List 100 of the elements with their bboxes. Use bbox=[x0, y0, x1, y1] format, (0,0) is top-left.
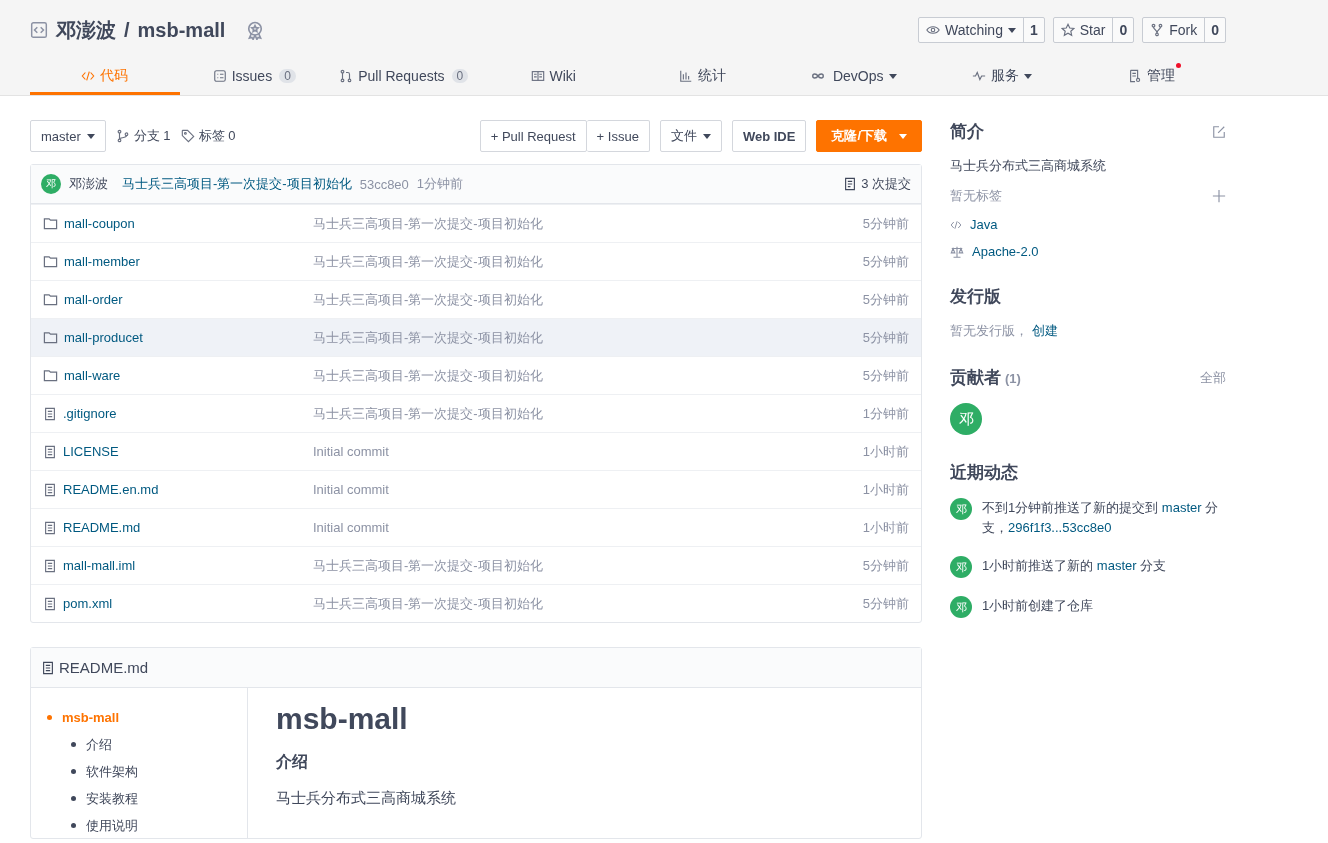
commits-link[interactable]: 3 次提交 bbox=[861, 175, 911, 193]
count-badge: 0 bbox=[279, 69, 296, 83]
file-row[interactable]: mall-member 马士兵三高项目-第一次提交-项目初始化 5分钟前 bbox=[31, 242, 921, 280]
file-name-link[interactable]: mall-order bbox=[64, 292, 123, 307]
bar-chart-icon bbox=[679, 69, 694, 83]
plus-icon bbox=[1212, 189, 1226, 203]
toc-item[interactable]: 介绍 bbox=[71, 731, 247, 758]
toc-item[interactable]: 软件架构 bbox=[71, 758, 247, 785]
repo-owner[interactable]: 邓澎波 bbox=[56, 16, 116, 44]
star-button[interactable]: Star bbox=[1053, 18, 1113, 42]
branch-icon bbox=[115, 129, 130, 143]
file-row[interactable]: pom.xml 马士兵三高项目-第一次提交-项目初始化 5分钟前 bbox=[31, 584, 921, 622]
nav-tab[interactable]: 统计 bbox=[628, 60, 778, 95]
fork-button[interactable]: Fork bbox=[1143, 18, 1205, 42]
file-time: 5分钟前 bbox=[862, 556, 909, 575]
section-title: 发行版 bbox=[950, 286, 1001, 308]
list-icon bbox=[212, 69, 227, 83]
count-badge: 0 bbox=[451, 69, 469, 83]
file-row[interactable]: .gitignore 马士兵三高项目-第一次提交-项目初始化 1分钟前 bbox=[31, 394, 921, 432]
language-link[interactable]: Java bbox=[970, 217, 998, 232]
file-name-link[interactable]: mall-coupon bbox=[64, 216, 135, 231]
code-icon bbox=[950, 218, 962, 231]
repo-name[interactable]: msb-mall bbox=[137, 18, 226, 42]
folder-icon bbox=[43, 216, 58, 231]
eye-icon bbox=[926, 23, 941, 37]
readme-heading: 介绍 bbox=[276, 752, 309, 772]
nav-tab[interactable]: 管理 bbox=[1076, 60, 1226, 95]
branch-dropdown[interactable]: master bbox=[30, 120, 106, 152]
section-title: 简介 bbox=[950, 121, 984, 143]
count-label[interactable]: 1 bbox=[1022, 18, 1044, 42]
pull-request-icon bbox=[339, 69, 354, 83]
avatar: 邓 bbox=[950, 556, 972, 578]
avatar: 邓 bbox=[950, 596, 972, 618]
book-icon bbox=[530, 69, 545, 83]
file-name-link[interactable]: mall-producet bbox=[64, 330, 143, 345]
branches-link[interactable]: 分支 1 bbox=[133, 127, 171, 145]
activity-text: 1小时前创建了仓库 bbox=[982, 597, 1094, 615]
commit-message-link[interactable]: 马士兵三高项目-第一次提交-项目初始化 bbox=[122, 175, 352, 193]
commit-author: 邓澎波 bbox=[69, 175, 108, 193]
watch-button[interactable]: Watching bbox=[919, 18, 1023, 42]
activity-link[interactable]: master bbox=[1096, 558, 1137, 573]
file-time: 1小时前 bbox=[862, 480, 909, 499]
file-name-link[interactable]: pom.xml bbox=[63, 596, 113, 611]
folder-icon bbox=[43, 330, 58, 345]
file-name-link[interactable]: .gitignore bbox=[63, 406, 117, 421]
file-row[interactable]: mall-coupon 马士兵三高项目-第一次提交-项目初始化 5分钟前 bbox=[31, 204, 921, 242]
file-name-link[interactable]: mall-ware bbox=[64, 368, 121, 383]
commit-hash: 53cc8e0 bbox=[359, 176, 409, 192]
avatar: 邓 bbox=[41, 174, 61, 194]
nav-tab[interactable]: Wiki bbox=[478, 60, 628, 95]
document-icon bbox=[843, 177, 858, 191]
nav-tab[interactable]: Pull Requests 0 bbox=[329, 60, 479, 95]
tags-link[interactable]: 标签 0 bbox=[198, 127, 236, 145]
scale-icon bbox=[950, 244, 964, 259]
file-name-link[interactable]: mall-mall.iml bbox=[63, 558, 136, 573]
code-icon bbox=[81, 69, 96, 83]
add-tag-button[interactable] bbox=[1212, 189, 1226, 203]
file-row[interactable]: mall-ware 马士兵三高项目-第一次提交-项目初始化 5分钟前 bbox=[31, 356, 921, 394]
file-dropdown[interactable]: 文件 bbox=[659, 120, 722, 152]
file-name-link[interactable]: LICENSE bbox=[63, 444, 119, 459]
contributor-count: (1) bbox=[1005, 371, 1021, 386]
terms-link[interactable]: Apache-2.0 bbox=[972, 244, 1039, 259]
file-icon bbox=[43, 520, 57, 535]
nav-tab[interactable]: DevOps bbox=[777, 60, 927, 95]
readme-filename: README.md bbox=[59, 659, 149, 676]
create-link[interactable]: 创建 bbox=[1032, 322, 1058, 340]
edit-button[interactable] bbox=[1212, 124, 1226, 139]
count-label[interactable]: 0 bbox=[1204, 18, 1225, 42]
repo-icon bbox=[30, 21, 48, 39]
file-time: 5分钟前 bbox=[862, 594, 909, 613]
toc-item[interactable]: 安装教程 bbox=[71, 785, 247, 812]
file-time: 5分钟前 bbox=[862, 366, 909, 385]
activity-text: 不到1分钟前推送了新的提交到 master 分支，296f1f3...53cc8e0 bbox=[982, 499, 1220, 537]
repo-description: 马士兵分布式三高商城系统 bbox=[950, 157, 1106, 175]
file-row[interactable]: README.en.md Initial commit 1小时前 bbox=[31, 470, 921, 508]
file-row[interactable]: mall-mall.iml 马士兵三高项目-第一次提交-项目初始化 5分钟前 bbox=[31, 546, 921, 584]
file-icon bbox=[43, 482, 57, 497]
caret-icon bbox=[1007, 27, 1016, 33]
count-label[interactable]: 0 bbox=[1112, 18, 1134, 42]
edit-icon bbox=[1212, 124, 1226, 139]
web-ide-button[interactable]: Web IDE bbox=[731, 120, 807, 152]
issue-button[interactable]: + Issue bbox=[586, 120, 650, 152]
nav-tab[interactable]: Issues 0 bbox=[179, 60, 329, 95]
activity-link[interactable]: master bbox=[1161, 500, 1202, 515]
activity-link[interactable]: 296f1f3...53cc8e0 bbox=[1008, 520, 1112, 535]
toc-item[interactable]: 使用说明 bbox=[71, 812, 247, 839]
pull-request-button[interactable]: + Pull Request bbox=[479, 120, 587, 152]
file-time: 1分钟前 bbox=[862, 404, 909, 423]
file-name-link[interactable]: README.md bbox=[63, 520, 141, 535]
star-icon bbox=[1060, 23, 1075, 37]
section-title: 贡献者 bbox=[950, 367, 1001, 389]
file-icon bbox=[43, 596, 57, 611]
file-row[interactable]: LICENSE Initial commit 1小时前 bbox=[31, 432, 921, 470]
avatar: 邓 bbox=[950, 498, 972, 520]
file-name-link[interactable]: mall-member bbox=[64, 254, 140, 269]
file-row[interactable]: README.md Initial commit 1小时前 bbox=[31, 508, 921, 546]
file-name-link[interactable]: README.en.md bbox=[63, 482, 159, 497]
tag-icon bbox=[180, 129, 195, 143]
document-icon bbox=[41, 660, 55, 675]
nav-tab[interactable]: 服务 bbox=[927, 60, 1077, 95]
